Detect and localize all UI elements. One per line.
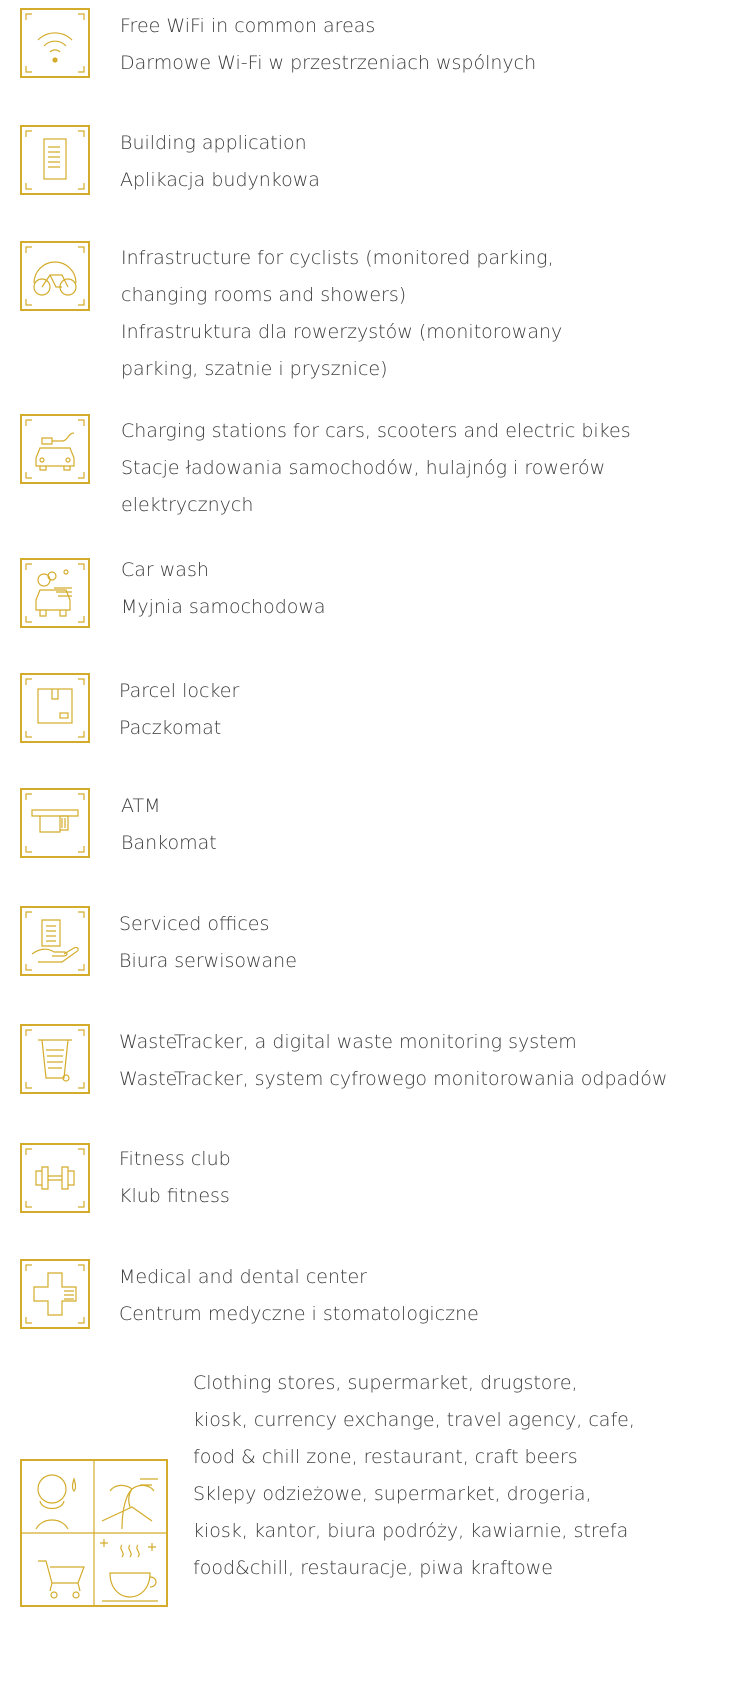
amenity-label-en: Charging stations for cars, scooters and… bbox=[121, 420, 631, 442]
amenity-label-pl: Infrastruktura dla rowerzystów (monitoro… bbox=[121, 321, 563, 343]
dumbbell-icon bbox=[20, 1143, 90, 1213]
amenity-label-en: Parcel locker bbox=[119, 680, 240, 702]
amenity-label-en: Medical and dental center bbox=[119, 1266, 367, 1288]
ev-charging-icon bbox=[20, 414, 90, 484]
amenity-label-en: Car wash bbox=[121, 559, 209, 581]
parcel-locker-icon bbox=[20, 673, 90, 743]
amenity-label-en: changing rooms and showers) bbox=[121, 284, 407, 306]
amenity-label-pl: WasteTracker, system cyfrowego monitorow… bbox=[119, 1068, 668, 1090]
amenity-label-en: Fitness club bbox=[119, 1148, 231, 1170]
medical-cross-icon bbox=[20, 1259, 90, 1329]
car-wash-icon bbox=[20, 558, 90, 628]
bicycle-icon bbox=[20, 241, 90, 311]
waste-bin-icon bbox=[20, 1024, 90, 1094]
retail-collage-icon bbox=[20, 1459, 168, 1607]
atm-icon bbox=[20, 788, 90, 858]
serviced-office-icon bbox=[20, 906, 90, 976]
retail-label-pl: food&chill, restauracje, piwa kraftowe bbox=[193, 1557, 553, 1579]
amenity-label-en: ATM bbox=[121, 795, 161, 817]
amenity-label-pl: Stacje ładowania samochodów, hulajnóg i … bbox=[121, 457, 606, 479]
amenity-label-pl: Biura serwisowane bbox=[119, 950, 297, 972]
amenity-label-pl: Bankomat bbox=[121, 832, 217, 854]
amenity-label-en: Serviced offices bbox=[119, 913, 270, 935]
amenity-label-pl: Myjnia samochodowa bbox=[121, 596, 326, 618]
amenity-label-pl: Aplikacja budynkowa bbox=[120, 169, 320, 191]
retail-label-en: food & chill zone, restaurant, craft bee… bbox=[193, 1446, 578, 1468]
retail-label-pl: kiosk, kantor, biura podróży, kawiarnie,… bbox=[193, 1520, 629, 1542]
amenity-label-en: Infrastructure for cyclists (monitored p… bbox=[121, 247, 554, 269]
amenity-label-en: Free WiFi in common areas bbox=[120, 15, 376, 37]
amenity-label-pl: parking, szatnie i prysznice) bbox=[121, 358, 388, 380]
retail-label-en: kiosk, currency exchange, travel agency,… bbox=[193, 1409, 635, 1431]
amenity-label-pl: Klub fitness bbox=[119, 1185, 230, 1207]
amenity-label-pl: elektrycznych bbox=[121, 494, 254, 516]
amenity-label-pl: Darmowe Wi-Fi w przestrzeniach wspólnych bbox=[120, 52, 537, 74]
retail-description: Clothing stores, supermarket, drugstore,… bbox=[193, 1365, 635, 1587]
amenity-label-pl: Centrum medyczne i stomatologiczne bbox=[119, 1303, 479, 1325]
retail-label-pl: Sklepy odzieżowe, supermarket, drogeria, bbox=[193, 1483, 592, 1505]
amenity-label-en: Building application bbox=[120, 132, 307, 154]
amenity-label-en: WasteTracker, a digital waste monitoring… bbox=[119, 1031, 577, 1053]
wifi-icon bbox=[20, 8, 90, 78]
retail-label-en: Clothing stores, supermarket, drugstore, bbox=[193, 1372, 578, 1394]
phone-app-icon bbox=[20, 125, 90, 195]
amenity-label-pl: Paczkomat bbox=[119, 717, 222, 739]
